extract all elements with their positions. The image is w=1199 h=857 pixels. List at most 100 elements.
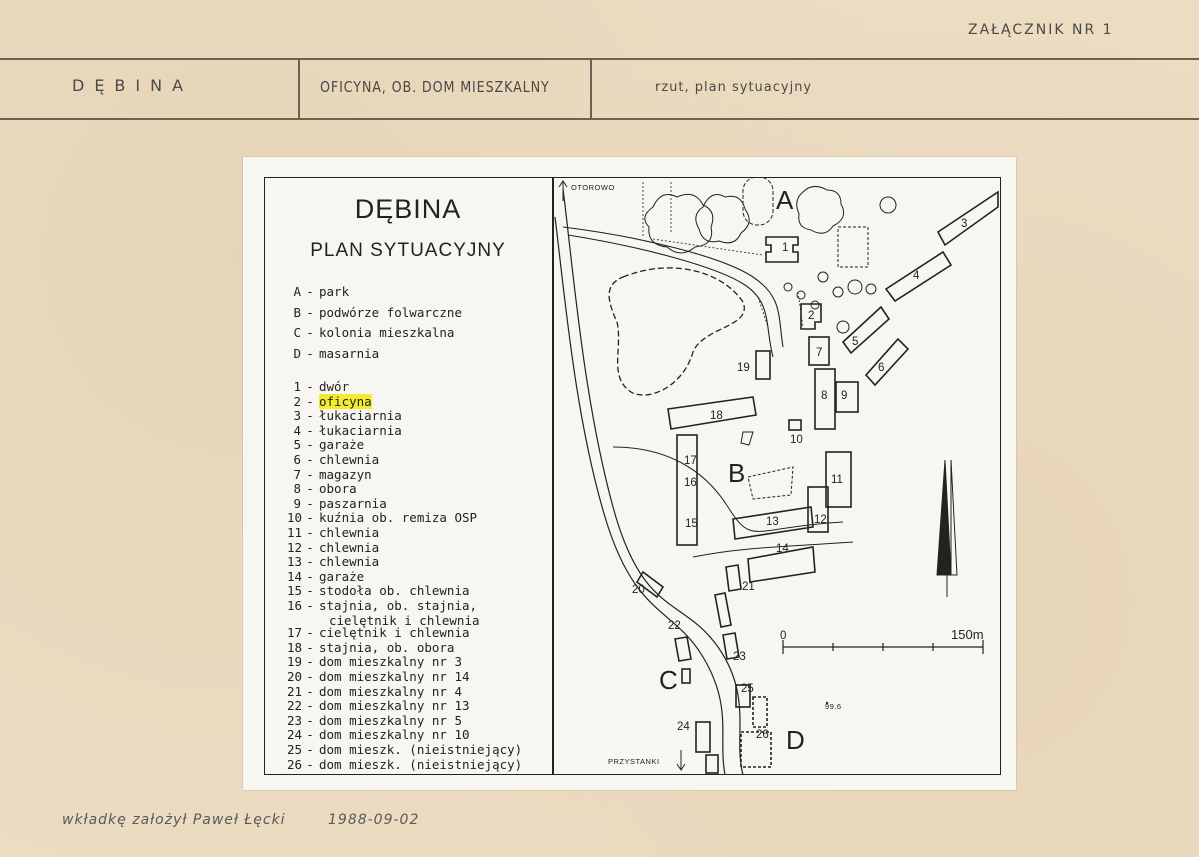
legend-key: 3 — [293, 408, 301, 424]
building-number-labels: 12345678 91011121314151617181920 212223242… — [632, 218, 967, 741]
building-number-17: 17 — [684, 455, 697, 467]
building-number-21: 21 — [742, 581, 755, 593]
building-number-11: 11 — [831, 474, 843, 486]
legend-key: C — [293, 325, 301, 340]
field-object: OFICYNA, OB. DOM MIESZKALNY — [320, 78, 550, 96]
legend-item-row: 13- chlewnia — [287, 555, 379, 569]
legend-item-row: 3- łukaciarnia — [287, 408, 401, 424]
legend-key: A — [293, 284, 301, 299]
legend-label: dom mieszkalny nr 13 — [319, 698, 470, 714]
legend-key: 20 — [287, 669, 303, 684]
legend-label: stajnia, ob. stajnia, — [319, 598, 478, 613]
legend-label: dom mieszkalny nr 10 — [319, 727, 470, 743]
legend-item-row: 8- obora — [287, 482, 356, 496]
legend-label: chlewnia — [319, 525, 380, 540]
building-number-9: 9 — [841, 390, 847, 402]
legend-label: dom mieszkalny nr 3 — [319, 654, 462, 670]
building-number-16: 16 — [684, 477, 697, 489]
legend-key: 10 — [287, 510, 303, 526]
legend-label: łukaciarnia — [319, 422, 402, 438]
legend-item-row: 19- dom mieszkalny nr 3 — [287, 655, 462, 669]
legend-label: masarnia — [319, 345, 380, 361]
manor-road-north-edge — [562, 226, 784, 348]
legend-dash: - — [306, 495, 314, 511]
legend-key: 17 — [287, 625, 303, 641]
legend-zone-row: A - park — [287, 285, 349, 299]
legend-label: garaże — [319, 437, 365, 453]
legend-dash: - — [306, 379, 314, 394]
legend-item-row: 6- chlewnia — [287, 453, 379, 467]
legend-key: 2 — [293, 393, 301, 409]
legend-dash: - — [306, 452, 314, 467]
road-label-south: PRZYSTANKI — [608, 757, 660, 766]
manor-road-south-edge — [567, 234, 774, 358]
legend-item-row: 20- dom mieszkalny nr 14 — [287, 670, 470, 684]
legend-key: 9 — [293, 495, 301, 511]
legend-label: chlewnia — [319, 539, 380, 555]
legend-key: 1 — [293, 379, 301, 394]
legend-zone-row: D - masarnia — [287, 345, 380, 361]
legend-key: 7 — [293, 466, 301, 482]
building-number-15: 15 — [685, 518, 698, 530]
legend-item-row: 15- stodoła ob. chlewnia — [287, 584, 470, 598]
legend-zone-row: C - kolonia mieszkalna — [287, 326, 454, 340]
scale-bar — [782, 640, 984, 654]
legend-key: 11 — [287, 525, 303, 540]
building-number-13: 13 — [766, 516, 779, 528]
legend-item-row: 11- chlewnia — [287, 526, 379, 540]
field-drawing-type: rzut, plan sytuacyjny — [655, 80, 813, 95]
legend-item-row: 12- chlewnia — [287, 539, 380, 555]
north-arrow — [936, 459, 952, 576]
building-number-2: 2 — [808, 310, 814, 322]
legend-key: 26 — [287, 756, 303, 772]
pond-outline — [608, 267, 745, 396]
legend-item-row: 14- garaże — [287, 569, 364, 584]
elevation-point — [825, 701, 829, 705]
north-arrow-outline — [950, 459, 958, 576]
legend-dash: - — [306, 408, 314, 424]
legend-item-row: 24- dom mieszkalny nr 10 — [287, 728, 470, 742]
card-rule-divider-2 — [590, 58, 592, 120]
legend-label: magazyn — [319, 466, 372, 482]
building-number-24: 24 — [677, 721, 690, 733]
legend-dash: - — [306, 712, 314, 728]
card-rule-top — [0, 58, 1199, 60]
legend-key: 18 — [287, 639, 303, 655]
building-number-3: 3 — [961, 218, 967, 230]
building-number-20: 20 — [632, 584, 645, 596]
legend-item-row: 22- dom mieszkalny nr 13 — [287, 699, 470, 713]
legend-key: 5 — [293, 437, 301, 453]
legend-item-row: 9- paszarnia — [287, 495, 386, 511]
building-number-6: 6 — [878, 362, 884, 374]
scale-end-label: 150m — [951, 627, 984, 642]
legend-subtitle: PLAN SYTUACYJNY — [310, 240, 506, 261]
legend-item-row: 23- dom mieszkalny nr 5 — [287, 712, 462, 728]
building-number-18: 18 — [710, 410, 723, 422]
main-road-west-edge — [562, 188, 744, 775]
legend-dash: - — [306, 698, 314, 714]
legend-dash: - — [306, 393, 314, 409]
legend-dash: - — [306, 639, 314, 655]
building-number-14: 14 — [776, 543, 789, 555]
footer-date: 1988-09-02 — [328, 812, 420, 828]
legend-item-row: 21- dom mieszkalny nr 4 — [287, 684, 462, 699]
legend-zone-row: B - podwórze folwarczne — [287, 305, 462, 320]
legend-key: 16 — [287, 598, 303, 613]
legend-dash: - — [306, 466, 314, 482]
legend-label: park — [319, 284, 350, 299]
legend-dash: - — [306, 345, 314, 361]
legend-item-row: 1- dwór — [287, 380, 349, 394]
legend-title: DĘBINA — [354, 194, 462, 224]
legend-key: 25 — [287, 742, 303, 757]
legend-dash: - — [306, 554, 314, 570]
legend-dash: - — [306, 525, 314, 540]
building-number-1: 1 — [782, 242, 788, 254]
legend-item-row: 10- kuźnia ob. remiza OSP — [287, 511, 477, 525]
legend-dash: - — [306, 583, 314, 599]
legend-key: 12 — [287, 539, 303, 555]
site-plan-map: 0 150m OTOROWO PRZYSTANKI 99.6 A B C D 1… — [554, 177, 999, 775]
legend-dash: - — [306, 727, 314, 743]
road-north-arrow — [558, 180, 568, 201]
legend-item-row: 26- dom mieszk. (nieistniejący) — [287, 756, 522, 772]
legend-key: 19 — [287, 654, 303, 670]
